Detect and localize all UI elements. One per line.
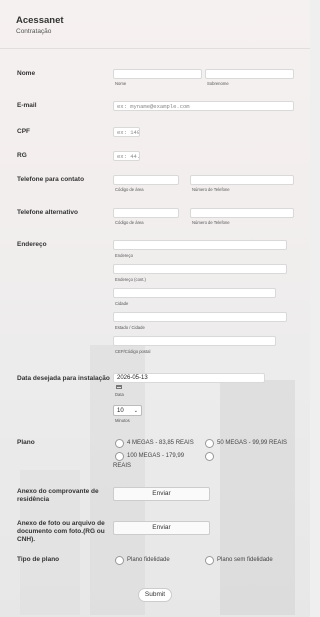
plano-option-label: 50 MEGAS - 99,99 REAIS	[217, 440, 288, 446]
minutes-sublabel: Minutos	[115, 418, 130, 423]
plano-radio-100megas[interactable]	[115, 452, 124, 461]
tipo-plano-option-label: Plano fidelidade	[127, 557, 170, 563]
state-input[interactable]	[113, 312, 287, 322]
form-subtitle: Contratação	[16, 28, 52, 35]
alt-phone-area-input[interactable]	[113, 208, 179, 218]
phone-number-input[interactable]	[190, 175, 294, 185]
tipo-plano-label: Tipo de plano	[17, 556, 60, 563]
telefone-label: Telefone para contato	[17, 176, 85, 183]
plano-option-label-cont: REAIS	[113, 463, 132, 469]
cpf-label: CPF	[17, 128, 30, 135]
last-name-input[interactable]	[205, 69, 294, 79]
plano-radio-extra[interactable]	[205, 452, 214, 461]
upload-foto-button[interactable]: Enviar	[113, 521, 210, 535]
last-name-sublabel: Sobrenome	[207, 81, 229, 86]
address-line1-input[interactable]	[113, 240, 287, 250]
plano-option-label: 100 MEGAS - 179,99	[127, 453, 185, 459]
telefone-alt-label: Telefone alternativo	[17, 209, 78, 216]
data-label: Data desejada para instalação	[17, 375, 110, 382]
form-header: Acessanet Contratação	[0, 0, 310, 49]
cpf-input[interactable]: ex: 149	[113, 127, 140, 137]
rg-label: RG	[17, 152, 27, 159]
address-line2-sublabel: Endereço (cont.)	[115, 277, 146, 282]
calendar-icon[interactable]	[116, 385, 122, 389]
submit-button[interactable]: Submit	[138, 588, 172, 602]
endereco-label: Endereço	[17, 241, 47, 248]
anexo-foto-label: Anexo de foto ou arquivo de documento co…	[17, 520, 105, 543]
tipo-plano-radio-sem-fidelidade[interactable]	[205, 556, 214, 565]
first-name-sublabel: Nome	[115, 81, 127, 86]
upload-comprovante-button[interactable]: Enviar	[113, 487, 210, 501]
plano-label: Plano	[17, 439, 35, 446]
alt-phone-number-sublabel: Número de Telefone	[192, 220, 230, 225]
chevron-down-icon: ⌄	[133, 408, 138, 414]
phone-area-sublabel: Código de área	[115, 187, 144, 192]
phone-area-input[interactable]	[113, 175, 179, 185]
zip-sublabel: CEP/Código postal	[115, 349, 151, 354]
rg-input[interactable]: ex: 44.	[113, 151, 140, 161]
city-sublabel: Cidade	[115, 301, 129, 306]
alt-phone-number-input[interactable]	[190, 208, 294, 218]
state-sublabel: Estado / Cidade	[115, 325, 145, 330]
zip-input[interactable]	[113, 336, 276, 346]
anexo-comprovante-label: Anexo do comprovante de residência	[17, 488, 99, 503]
form-title: Acessanet	[16, 15, 64, 26]
nome-label: Nome	[17, 70, 36, 77]
minutes-value: 10	[117, 408, 124, 414]
plano-option-label: 4 MEGAS - 83,85 REAIS	[127, 440, 194, 446]
city-input[interactable]	[113, 288, 276, 298]
plano-radio-4megas[interactable]	[115, 439, 124, 448]
address-line2-input[interactable]	[113, 264, 287, 274]
form-card: Acessanet Contratação Nome Nome Sobrenom…	[0, 0, 310, 617]
minutes-select[interactable]: 10 ⌄	[113, 405, 142, 416]
plano-radio-50megas[interactable]	[205, 439, 214, 448]
date-sublabel: Data	[115, 392, 124, 397]
tipo-plano-radio-fidelidade[interactable]	[115, 556, 124, 565]
alt-phone-area-sublabel: Código de área	[115, 220, 144, 225]
address-line1-sublabel: Endereço	[115, 253, 133, 258]
phone-number-sublabel: Número de Telefone	[192, 187, 230, 192]
date-input[interactable]: 2026-05-13	[113, 373, 265, 383]
email-label: E-mail	[17, 102, 37, 109]
email-input[interactable]: ex: myname@example.com	[113, 101, 294, 111]
first-name-input[interactable]	[113, 69, 202, 79]
tipo-plano-option-label: Plano sem fidelidade	[217, 557, 273, 563]
